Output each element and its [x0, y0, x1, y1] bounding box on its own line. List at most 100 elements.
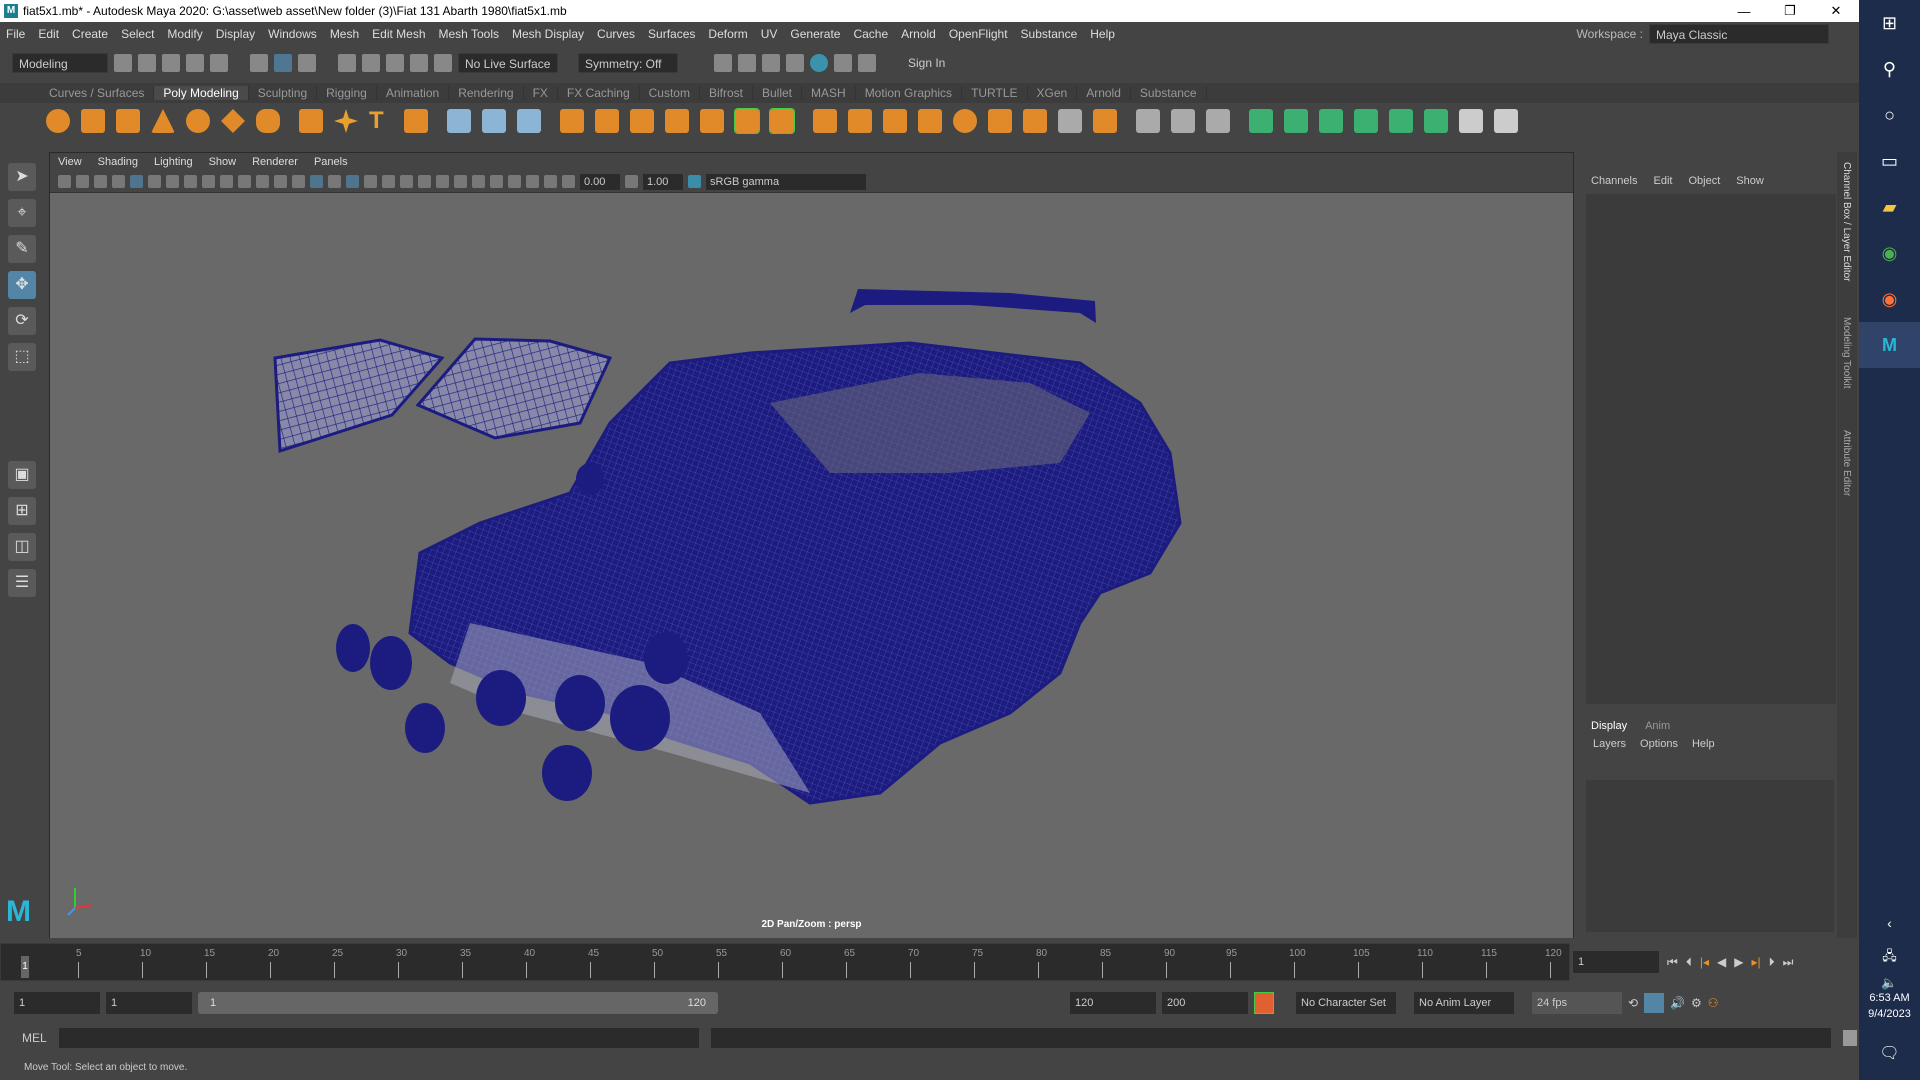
shelf-tab-poly-modeling[interactable]: Poly Modeling: [154, 86, 249, 100]
safe-title-icon[interactable]: [274, 175, 287, 188]
render-settings-icon[interactable]: [786, 53, 804, 72]
snap-point-icon[interactable]: [386, 53, 404, 72]
shadows-icon[interactable]: [400, 175, 413, 188]
menu-create[interactable]: Create: [72, 27, 108, 41]
playback-end-field[interactable]: 120: [1070, 992, 1156, 1014]
scale-tool-icon[interactable]: ⬚: [8, 343, 36, 371]
separate-icon[interactable]: [482, 109, 506, 133]
loop-icon[interactable]: ⟲: [1628, 996, 1638, 1010]
resolution-gate-icon[interactable]: [202, 175, 215, 188]
render-frame-icon[interactable]: [714, 53, 732, 72]
layer-help-menu[interactable]: Help: [1692, 738, 1715, 750]
poly-disc-icon[interactable]: [256, 109, 280, 133]
select-object-icon[interactable]: [274, 53, 292, 72]
time-slider[interactable]: 5 10 15 20 25 30 35 40 45 50 55 60 65 70…: [0, 943, 1570, 981]
xray-joints-icon[interactable]: [526, 175, 539, 188]
color-management-icon[interactable]: [688, 175, 701, 188]
shelf-tab-substance[interactable]: Substance: [1131, 86, 1207, 100]
insert-edge-loop-icon[interactable]: [883, 109, 907, 133]
offset-edge-loop-icon[interactable]: [918, 109, 942, 133]
render-sequence-icon[interactable]: [738, 53, 756, 72]
menu-uv[interactable]: UV: [761, 27, 778, 41]
sound-icon[interactable]: 🔊: [1670, 996, 1685, 1010]
edit-menu[interactable]: Edit: [1653, 175, 1672, 187]
snap-view-icon[interactable]: [410, 53, 428, 72]
side-tab-modeling-toolkit[interactable]: Modeling Toolkit: [1841, 317, 1852, 389]
isolate-select-icon[interactable]: [490, 175, 503, 188]
sign-in-button[interactable]: Sign In: [902, 52, 1022, 73]
shelf-tab-rigging[interactable]: Rigging: [317, 86, 377, 100]
layers-menu[interactable]: Layers: [1593, 738, 1626, 750]
select-tool-icon[interactable]: ➤: [8, 163, 36, 191]
menu-windows[interactable]: Windows: [268, 27, 317, 41]
symmetry-dropdown[interactable]: Symmetry: Off: [578, 52, 678, 73]
image-plane-icon[interactable]: [112, 175, 125, 188]
menu-help[interactable]: Help: [1090, 27, 1115, 41]
menu-arnold[interactable]: Arnold: [901, 27, 936, 41]
make-live-icon[interactable]: [734, 108, 760, 134]
character-set-dropdown[interactable]: No Character Set: [1296, 992, 1396, 1014]
maximize-button[interactable]: ❐: [1767, 3, 1813, 19]
circularize-icon[interactable]: [953, 109, 977, 133]
menu-curves[interactable]: Curves: [597, 27, 635, 41]
fps-dropdown[interactable]: 24 fps: [1532, 992, 1622, 1014]
step-forward-frame-icon[interactable]: ▸|: [1751, 955, 1760, 969]
target-weld-icon[interactable]: [1023, 109, 1047, 133]
shelf-tab-fx-caching[interactable]: FX Caching: [558, 86, 640, 100]
windows-start-icon[interactable]: ⊞: [1859, 0, 1920, 46]
shelf-tab-turtle[interactable]: TURTLE: [962, 86, 1028, 100]
workspace-dropdown[interactable]: Maya Classic: [1649, 23, 1829, 44]
shelf-tab-fx[interactable]: FX: [524, 86, 558, 100]
textured-icon[interactable]: [364, 175, 377, 188]
menu-substance[interactable]: Substance: [1021, 27, 1078, 41]
shelf-tab-mash[interactable]: MASH: [802, 86, 856, 100]
panel-menu-lighting[interactable]: Lighting: [154, 156, 193, 168]
cylindrical-uv-icon[interactable]: [1284, 109, 1308, 133]
clock[interactable]: 6:53 AM 9/4/2023: [1859, 990, 1920, 1022]
shelf-tab-sculpting[interactable]: Sculpting: [249, 86, 318, 100]
move-tool-icon[interactable]: ✥: [8, 271, 36, 299]
mel-input[interactable]: [58, 1027, 699, 1048]
select-hierarchy-icon[interactable]: [250, 53, 268, 72]
close-button[interactable]: ✕: [1813, 3, 1859, 19]
go-to-start-icon[interactable]: ⏮: [1667, 955, 1678, 970]
file-explorer-icon[interactable]: ▰: [1859, 184, 1920, 230]
split-polygon-icon[interactable]: [848, 109, 872, 133]
bevel-icon[interactable]: [665, 109, 689, 133]
minimize-button[interactable]: —: [1721, 4, 1767, 19]
firefox-icon[interactable]: ◉: [1859, 276, 1920, 322]
merge-icon[interactable]: [988, 109, 1012, 133]
menu-modify[interactable]: Modify: [167, 27, 202, 41]
live-surface-field[interactable]: No Live Surface: [458, 52, 558, 73]
object-menu[interactable]: Object: [1688, 175, 1720, 187]
go-to-end-icon[interactable]: ⏭: [1783, 955, 1794, 970]
xray-icon[interactable]: [508, 175, 521, 188]
options-menu[interactable]: Options: [1640, 738, 1678, 750]
poly-plane-icon[interactable]: [221, 109, 245, 133]
anti-aliasing-icon[interactable]: [454, 175, 467, 188]
append-polygon-icon[interactable]: [813, 109, 837, 133]
depth-of-field-icon[interactable]: [472, 175, 485, 188]
rotate-tool-icon[interactable]: ⟳: [8, 307, 36, 335]
poly-torus-icon[interactable]: [186, 109, 210, 133]
menu-cache[interactable]: Cache: [853, 27, 888, 41]
menu-edit-mesh[interactable]: Edit Mesh: [372, 27, 425, 41]
current-time-marker[interactable]: 1: [21, 956, 29, 978]
screen-space-ao-icon[interactable]: [418, 175, 431, 188]
poly-sphere-icon[interactable]: [46, 109, 70, 133]
exposure-icon[interactable]: [562, 175, 575, 188]
poly-cone-icon[interactable]: [151, 109, 175, 133]
step-forward-key-icon[interactable]: ⏵: [1769, 955, 1775, 970]
shelf-tab-rendering[interactable]: Rendering: [449, 86, 524, 100]
redo-icon[interactable]: [210, 53, 228, 72]
menu-mesh-display[interactable]: Mesh Display: [512, 27, 584, 41]
side-tab-attribute-editor[interactable]: Attribute Editor: [1841, 430, 1852, 496]
paint-select-tool-icon[interactable]: ✎: [8, 235, 36, 263]
shelf-tab-bifrost[interactable]: Bifrost: [700, 86, 753, 100]
shelf-tab-xgen[interactable]: XGen: [1028, 86, 1078, 100]
exposure-field[interactable]: 0.00: [580, 173, 620, 190]
outliner-layout-icon[interactable]: ☰: [8, 569, 36, 597]
gamma-icon[interactable]: [625, 175, 638, 188]
multi-cut-icon[interactable]: [1136, 109, 1160, 133]
automatic-uv-icon[interactable]: [1354, 109, 1378, 133]
